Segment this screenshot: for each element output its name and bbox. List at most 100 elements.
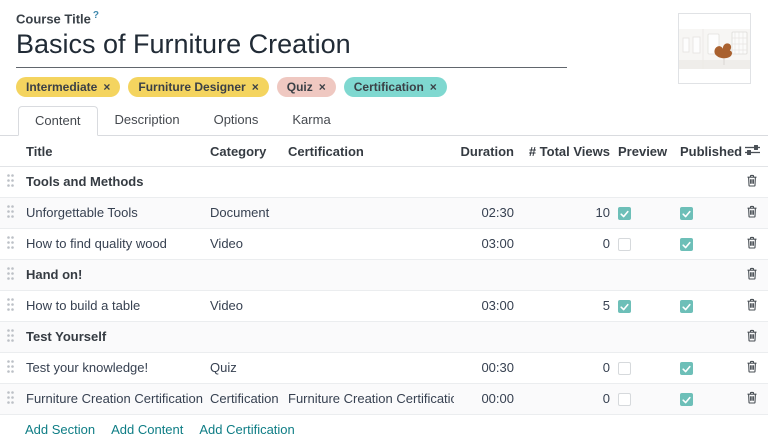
row-cell-handle — [0, 290, 20, 321]
preview-checkbox[interactable] — [618, 238, 631, 251]
tag-remove-icon[interactable]: × — [319, 80, 326, 94]
row-cell-title[interactable]: Hand on! — [20, 259, 206, 290]
row-cell-title[interactable]: Tools and Methods — [20, 166, 206, 197]
row-cell-category[interactable]: Certification — [206, 383, 288, 414]
tab-options[interactable]: Options — [197, 105, 276, 135]
delete-row-icon[interactable] — [746, 391, 758, 404]
row-cell-title[interactable]: How to build a table — [20, 290, 206, 321]
preview-checkbox[interactable] — [618, 300, 631, 313]
drag-handle-icon[interactable] — [7, 360, 14, 373]
delete-row-icon[interactable] — [746, 360, 758, 373]
row-cell-duration[interactable]: 02:30 — [454, 197, 516, 228]
row-cell-category[interactable] — [206, 166, 288, 197]
row-cell-duration[interactable] — [454, 166, 516, 197]
tag-quiz[interactable]: Quiz× — [277, 77, 336, 97]
delete-row-icon[interactable] — [746, 329, 758, 342]
row-cell-preview — [612, 259, 674, 290]
add-certification-link[interactable]: Add Certification — [199, 422, 294, 437]
drag-handle-icon[interactable] — [7, 205, 14, 218]
row-cell-certification[interactable] — [288, 259, 454, 290]
row-cell-category[interactable] — [206, 259, 288, 290]
row-cell-category[interactable]: Video — [206, 228, 288, 259]
row-cell-category[interactable] — [206, 321, 288, 352]
row-cell-views[interactable]: 0 — [516, 228, 612, 259]
column-header-published[interactable]: Published — [674, 136, 736, 166]
preview-checkbox[interactable] — [618, 393, 631, 406]
published-checkbox[interactable] — [680, 393, 693, 406]
row-cell-certification[interactable] — [288, 352, 454, 383]
tag-remove-icon[interactable]: × — [430, 80, 437, 94]
drag-handle-icon[interactable] — [7, 298, 14, 311]
row-cell-views[interactable]: 0 — [516, 352, 612, 383]
tag-remove-icon[interactable]: × — [103, 80, 110, 94]
row-cell-views[interactable] — [516, 166, 612, 197]
published-checkbox[interactable] — [680, 238, 693, 251]
help-question-icon[interactable]: ? — [93, 10, 99, 21]
published-checkbox[interactable] — [680, 362, 693, 375]
row-cell-views[interactable]: 5 — [516, 290, 612, 321]
row-cell-actions — [736, 197, 768, 228]
drag-handle-icon[interactable] — [7, 236, 14, 249]
delete-row-icon[interactable] — [746, 298, 758, 311]
row-cell-duration[interactable] — [454, 259, 516, 290]
row-cell-duration[interactable]: 03:00 — [454, 228, 516, 259]
row-cell-category[interactable]: Quiz — [206, 352, 288, 383]
optional-columns-icon[interactable] — [745, 144, 760, 156]
drag-handle-icon[interactable] — [7, 329, 14, 342]
published-checkbox[interactable] — [680, 207, 693, 220]
row-cell-views[interactable]: 10 — [516, 197, 612, 228]
add-section-link[interactable]: Add Section — [25, 422, 95, 437]
delete-row-icon[interactable] — [746, 174, 758, 187]
published-checkbox[interactable] — [680, 300, 693, 313]
column-header-title[interactable]: Title — [20, 136, 206, 166]
row-cell-title[interactable]: How to find quality wood — [20, 228, 206, 259]
row-cell-duration[interactable]: 00:30 — [454, 352, 516, 383]
tab-content[interactable]: Content — [18, 106, 98, 136]
row-cell-certification[interactable]: Furniture Creation Certification — [288, 383, 454, 414]
tag-intermediate[interactable]: Intermediate× — [16, 77, 120, 97]
preview-checkbox[interactable] — [618, 207, 631, 220]
drag-handle-icon[interactable] — [7, 391, 14, 404]
column-header-total-views[interactable]: # Total Views — [516, 136, 612, 166]
delete-row-icon[interactable] — [746, 267, 758, 280]
course-title-input[interactable]: Basics of Furniture Creation — [16, 28, 567, 68]
row-cell-certification[interactable] — [288, 197, 454, 228]
row-cell-duration[interactable]: 03:00 — [454, 290, 516, 321]
tag-remove-icon[interactable]: × — [252, 80, 259, 94]
course-cover-image[interactable] — [678, 13, 751, 84]
row-cell-title[interactable]: Test your knowledge! — [20, 352, 206, 383]
row-cell-preview — [612, 166, 674, 197]
delete-row-icon[interactable] — [746, 205, 758, 218]
add-content-link[interactable]: Add Content — [111, 422, 183, 437]
column-header-certification[interactable]: Certification — [288, 136, 454, 166]
row-cell-certification[interactable] — [288, 228, 454, 259]
row-cell-views[interactable]: 0 — [516, 383, 612, 414]
row-cell-duration[interactable]: 00:00 — [454, 383, 516, 414]
row-cell-views[interactable] — [516, 259, 612, 290]
row-cell-duration[interactable] — [454, 321, 516, 352]
row-cell-certification[interactable] — [288, 321, 454, 352]
row-cell-category[interactable]: Video — [206, 290, 288, 321]
tag-furniture-designer[interactable]: Furniture Designer× — [128, 77, 268, 97]
row-cell-certification[interactable] — [288, 166, 454, 197]
tab-karma[interactable]: Karma — [275, 105, 347, 135]
tag-certification[interactable]: Certification× — [344, 77, 447, 97]
delete-row-icon[interactable] — [746, 236, 758, 249]
row-cell-actions — [736, 383, 768, 414]
row-cell-title[interactable]: Furniture Creation Certification — [20, 383, 206, 414]
row-cell-certification[interactable] — [288, 290, 454, 321]
preview-checkbox[interactable] — [618, 362, 631, 375]
drag-handle-icon[interactable] — [7, 174, 14, 187]
column-header-category[interactable]: Category — [206, 136, 288, 166]
row-cell-category[interactable]: Document — [206, 197, 288, 228]
column-header-duration[interactable]: Duration — [454, 136, 516, 166]
tab-description[interactable]: Description — [98, 105, 197, 135]
column-header-preview[interactable]: Preview — [612, 136, 674, 166]
row-cell-preview — [612, 290, 674, 321]
row-cell-title[interactable]: Unforgettable Tools — [20, 197, 206, 228]
row-cell-published — [674, 259, 736, 290]
row-cell-preview — [612, 383, 674, 414]
drag-handle-icon[interactable] — [7, 267, 14, 280]
row-cell-title[interactable]: Test Yourself — [20, 321, 206, 352]
row-cell-views[interactable] — [516, 321, 612, 352]
